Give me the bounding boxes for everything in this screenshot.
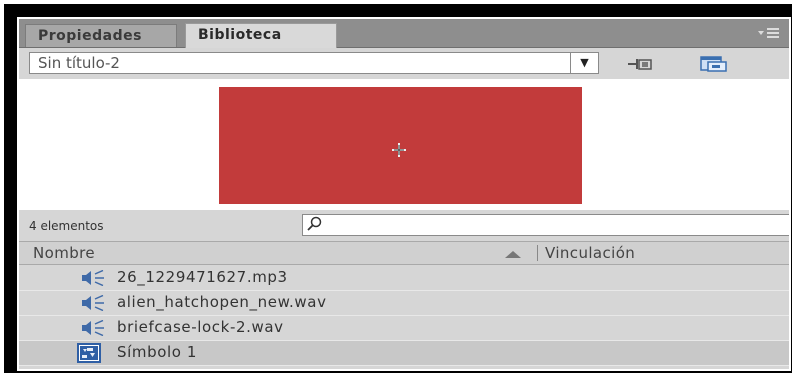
window-frame: Propiedades Biblioteca Sin título-2 ▼ 4 … [4,4,792,373]
library-item[interactable]: briefcase-lock-2.wav [19,316,789,341]
column-divider[interactable] [537,245,538,261]
chevron-down-icon[interactable]: ▼ [570,53,598,73]
column-linkage-header[interactable]: Vinculación [545,244,635,262]
library-item-list: 26_1229471627.mp3 alien_hatchopen_new.wa… [19,266,789,366]
tab-properties[interactable]: Propiedades [25,24,177,47]
library-item[interactable]: 26_1229471627.mp3 [19,266,789,291]
document-row: Sin título-2 ▼ [19,48,789,78]
tab-library[interactable]: Biblioteca [185,23,337,48]
column-name-header[interactable]: Nombre [33,244,95,262]
panel-menu-icon[interactable] [755,25,781,41]
sound-icon [82,320,104,336]
document-select-value: Sin título-2 [38,54,120,72]
movieclip-symbol-icon [77,343,101,363]
item-preview [19,79,789,210]
search-row: 4 elementos [19,211,789,241]
column-header: Nombre Vinculación [19,241,789,265]
search-input[interactable] [302,214,789,236]
library-item-label: Símbolo 1 [117,343,198,361]
library-item-label: alien_hatchopen_new.wav [117,293,327,311]
registration-point-icon [392,143,406,157]
library-item-label: 26_1229471627.mp3 [117,268,288,286]
sort-ascending-icon[interactable] [503,250,523,258]
sound-icon [82,270,104,286]
library-item[interactable]: Símbolo 1 [19,341,789,366]
search-icon [307,216,322,231]
document-select[interactable]: Sin título-2 ▼ [29,52,599,74]
pin-library-icon[interactable] [627,57,653,71]
item-count: 4 elementos [29,219,104,233]
library-panel: Propiedades Biblioteca Sin título-2 ▼ 4 … [17,17,791,371]
library-item-label: briefcase-lock-2.wav [117,318,284,336]
panel-tab-bar: Propiedades Biblioteca [19,19,789,48]
library-item[interactable]: alien_hatchopen_new.wav [19,291,789,316]
new-library-panel-icon[interactable] [700,56,728,72]
sound-icon [82,295,104,311]
